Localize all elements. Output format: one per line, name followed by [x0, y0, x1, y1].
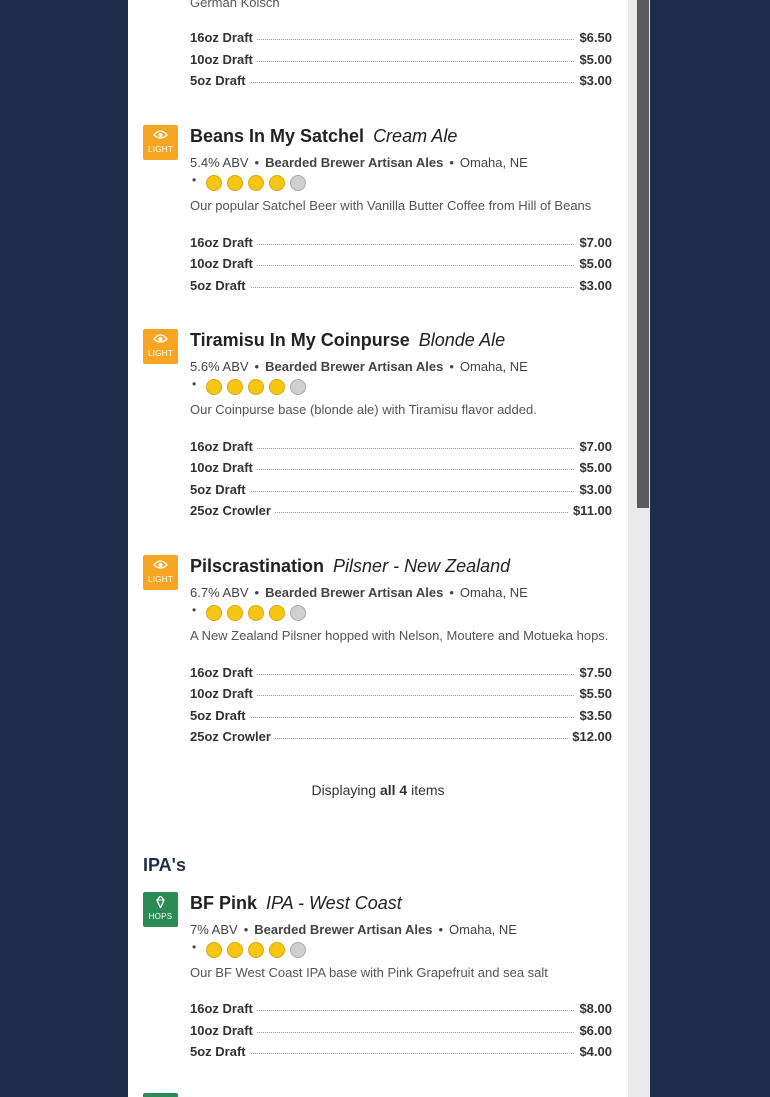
- beer-meta: 6.7% ABV • Bearded Brewer Artisan Ales • Oma…: [190, 585, 528, 600]
- price-row: 5oz Draft $3.00: [190, 73, 612, 88]
- rating-dot-empty: [290, 379, 306, 395]
- rating-dot-filled: [248, 942, 264, 958]
- beer-description: Our Coinpurse base (blonde ale) with Tir…: [190, 402, 537, 417]
- price-row: 16oz Draft $8.00: [190, 1001, 612, 1016]
- hops-beer-icon: HOPS: [143, 892, 178, 927]
- beer-meta: 5.4% ABV • Bearded Brewer Artisan Ales • Oma…: [190, 155, 528, 170]
- price-row: 16oz Draft $7.00: [190, 235, 612, 250]
- price-row: 10oz Draft $5.00: [190, 52, 612, 67]
- price-row: 16oz Draft $7.00: [190, 439, 612, 454]
- display-count: Displaying all 4 items: [311, 782, 445, 798]
- rating-dot-filled: [248, 605, 264, 621]
- beer-name[interactable]: Tiramisu In My Coinpurse: [190, 330, 410, 350]
- rating-dot-filled: [206, 379, 222, 395]
- rating-dot-empty: [290, 942, 306, 958]
- rating-dot-filled: [269, 379, 285, 395]
- beer-name[interactable]: Pilscrastination: [190, 556, 324, 576]
- price-row: 16oz Draft $7.50: [190, 665, 612, 680]
- rating-dot-filled: [227, 605, 243, 621]
- price-row: 25oz Crowler $12.00: [190, 729, 612, 744]
- rating-dot-empty: [290, 605, 306, 621]
- beer-title[interactable]: Beans In My Satchel Cream Ale: [190, 126, 457, 147]
- price-row: 10oz Draft $5.00: [190, 460, 612, 475]
- price-row: 5oz Draft $3.00: [190, 278, 612, 293]
- price-row: 10oz Draft $6.00: [190, 1023, 612, 1038]
- price-row: 10oz Draft $5.00: [190, 256, 612, 271]
- price-row: 5oz Draft $4.00: [190, 1044, 612, 1059]
- beer-description: Our BF West Coast IPA base with Pink Gra…: [190, 965, 548, 980]
- beer-description: German Kolsch: [190, 0, 280, 10]
- rating-dot-filled: [269, 175, 285, 191]
- beer-description: A New Zealand Pilsner hopped with Nelson…: [190, 628, 609, 643]
- rating-dot-filled: [227, 942, 243, 958]
- beer-style: Blonde Ale: [418, 330, 506, 350]
- section-title-ipa: IPA's: [143, 855, 186, 875]
- price-row: 25oz Crowler $11.00: [190, 503, 612, 518]
- beer-title[interactable]: BF Pink IPA - West Coast: [190, 893, 402, 914]
- rating-dot-filled: [206, 942, 222, 958]
- beer-style: Cream Ale: [373, 126, 458, 146]
- beer-title[interactable]: Pilscrastination Pilsner - New Zealand: [190, 556, 510, 577]
- scrollbar-thumb[interactable]: [637, 0, 649, 508]
- light-beer-icon: LIGHT: [143, 329, 178, 364]
- light-beer-icon: LIGHT: [143, 555, 178, 590]
- beer-meta: 7% ABV • Bearded Brewer Artisan Ales • Omaha…: [190, 922, 517, 937]
- rating-dot-filled: [248, 175, 264, 191]
- price-row: 10oz Draft $5.50: [190, 686, 612, 701]
- rating-dot-empty: [290, 175, 306, 191]
- beer-style: IPA - West Coast: [266, 893, 402, 913]
- rating-dot-filled: [206, 175, 222, 191]
- beer-name[interactable]: BF Pink: [190, 893, 257, 913]
- price-row: 5oz Draft $3.50: [190, 708, 612, 723]
- beer-title[interactable]: Tiramisu In My Coinpurse Blonde Ale: [190, 330, 505, 351]
- beer-description: Our popular Satchel Beer with Vanilla Bu…: [190, 198, 592, 213]
- beer-style: Pilsner - New Zealand: [333, 556, 511, 576]
- hops-beer-icon: [143, 1093, 178, 1097]
- beer-name[interactable]: Beans In My Satchel: [190, 126, 364, 146]
- price-row: 16oz Draft $6.50: [190, 30, 612, 45]
- rating-dot-filled: [269, 942, 285, 958]
- rating-dot-filled: [227, 379, 243, 395]
- rating-dot-filled: [206, 605, 222, 621]
- price-row: 5oz Draft $3.00: [190, 482, 612, 497]
- beer-meta: 5.6% ABV • Bearded Brewer Artisan Ales • Oma…: [190, 359, 528, 374]
- light-beer-icon: LIGHT: [143, 125, 178, 160]
- rating-dot-filled: [269, 605, 285, 621]
- menu-panel: German Kolsch 16oz Draft $6.50 10oz Draft…: [128, 0, 628, 1097]
- rating-dot-filled: [248, 379, 264, 395]
- rating-dot-filled: [227, 175, 243, 191]
